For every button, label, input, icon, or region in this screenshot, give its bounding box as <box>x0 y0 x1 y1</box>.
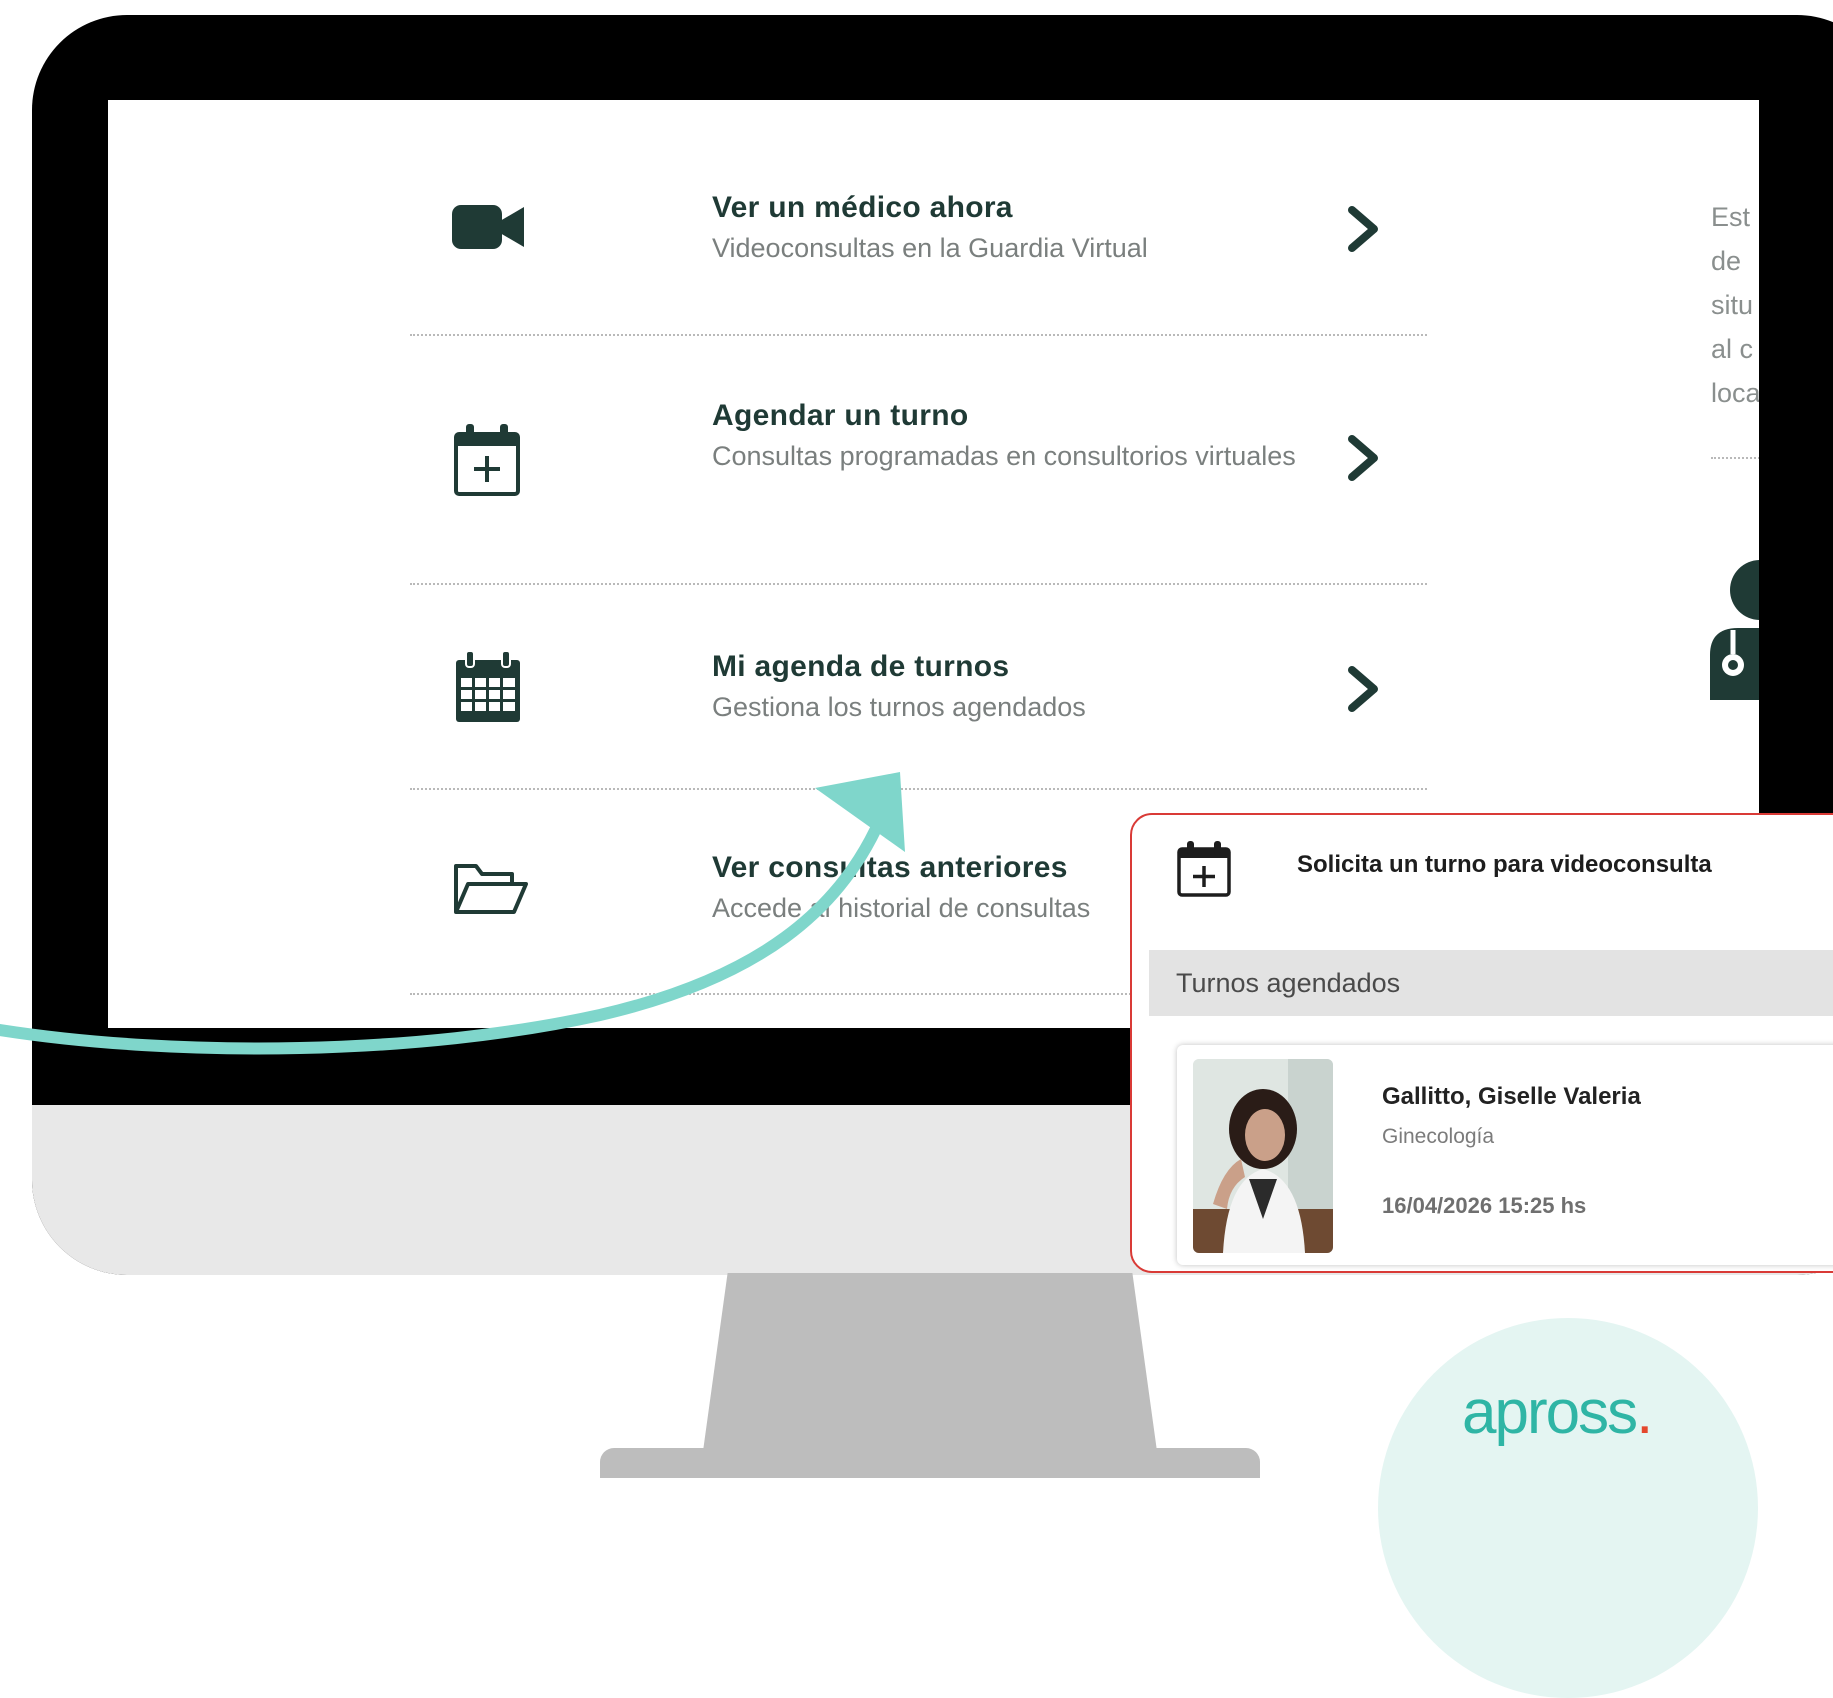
request-appointment-label: Solicita un turno para videoconsulta <box>1297 851 1712 878</box>
appointments-popup: Solicita un turno para videoconsulta Tur… <box>1130 813 1833 1273</box>
doctor-photo <box>1193 1059 1333 1253</box>
apross-logo: apross. <box>1462 1378 1653 1448</box>
logo-background <box>1378 1318 1758 1698</box>
appointment-datetime: 16/04/2026 15:25 hs <box>1382 1193 1587 1218</box>
doctor-name: Gallitto, Giselle Valeria <box>1382 1083 1641 1110</box>
request-appointment-button[interactable]: Solicita un turno para videoconsulta <box>1132 815 1833 945</box>
calendar-plus-icon <box>1177 841 1231 897</box>
appointment-card[interactable]: Gallitto, Giselle Valeria Ginecología 16… <box>1177 1045 1833 1265</box>
doctor-specialty: Ginecología <box>1382 1125 1495 1148</box>
logo-wordmark: apross <box>1462 1378 1638 1447</box>
logo-dot: . <box>1636 1378 1653 1447</box>
section-title: Turnos agendados <box>1149 950 1833 1016</box>
